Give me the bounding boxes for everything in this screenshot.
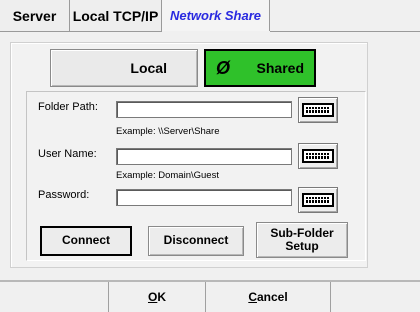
- shared-button[interactable]: Ø Shared: [204, 49, 316, 87]
- folder-path-example: Example: \\Server\Share: [116, 126, 220, 137]
- footer-separator: [330, 282, 331, 312]
- folder-path-keyboard-button[interactable]: [298, 97, 338, 123]
- ok-label: OK: [147, 290, 166, 304]
- password-keyboard-button[interactable]: [298, 187, 338, 213]
- password-input[interactable]: [116, 189, 292, 206]
- cancel-label: Cancel: [248, 290, 288, 304]
- shared-indicator-icon: Ø: [216, 58, 231, 78]
- keyboard-icon: [302, 149, 334, 163]
- password-label: Password:: [38, 189, 90, 201]
- keyboard-icon: [302, 193, 334, 207]
- folder-path-input[interactable]: [116, 101, 292, 118]
- user-name-keyboard-button[interactable]: [298, 143, 338, 169]
- tab-baseline: [0, 31, 162, 32]
- local-button[interactable]: Local: [50, 49, 198, 87]
- subfolder-setup-line2: Setup: [285, 239, 319, 253]
- local-button-label: Local: [130, 60, 167, 76]
- connect-button[interactable]: Connect: [40, 226, 132, 256]
- ok-button[interactable]: OK: [109, 282, 205, 312]
- user-name-input[interactable]: [116, 148, 292, 165]
- subfolder-setup-button[interactable]: Sub-Folder Setup: [256, 222, 348, 258]
- disconnect-button[interactable]: Disconnect: [148, 226, 244, 256]
- shared-button-label: Shared: [256, 60, 304, 76]
- tab-baseline-right: [270, 31, 420, 32]
- cancel-button[interactable]: Cancel: [206, 282, 330, 312]
- tab-network-share[interactable]: Network Share: [162, 0, 270, 31]
- keyboard-icon: [302, 103, 334, 117]
- folder-path-label: Folder Path:: [38, 101, 98, 113]
- tab-server[interactable]: Server: [0, 0, 70, 31]
- user-name-example: Example: Domain\Guest: [116, 170, 219, 181]
- user-name-label: User Name:: [38, 148, 97, 160]
- tab-local-tcpip[interactable]: Local TCP/IP: [70, 0, 162, 31]
